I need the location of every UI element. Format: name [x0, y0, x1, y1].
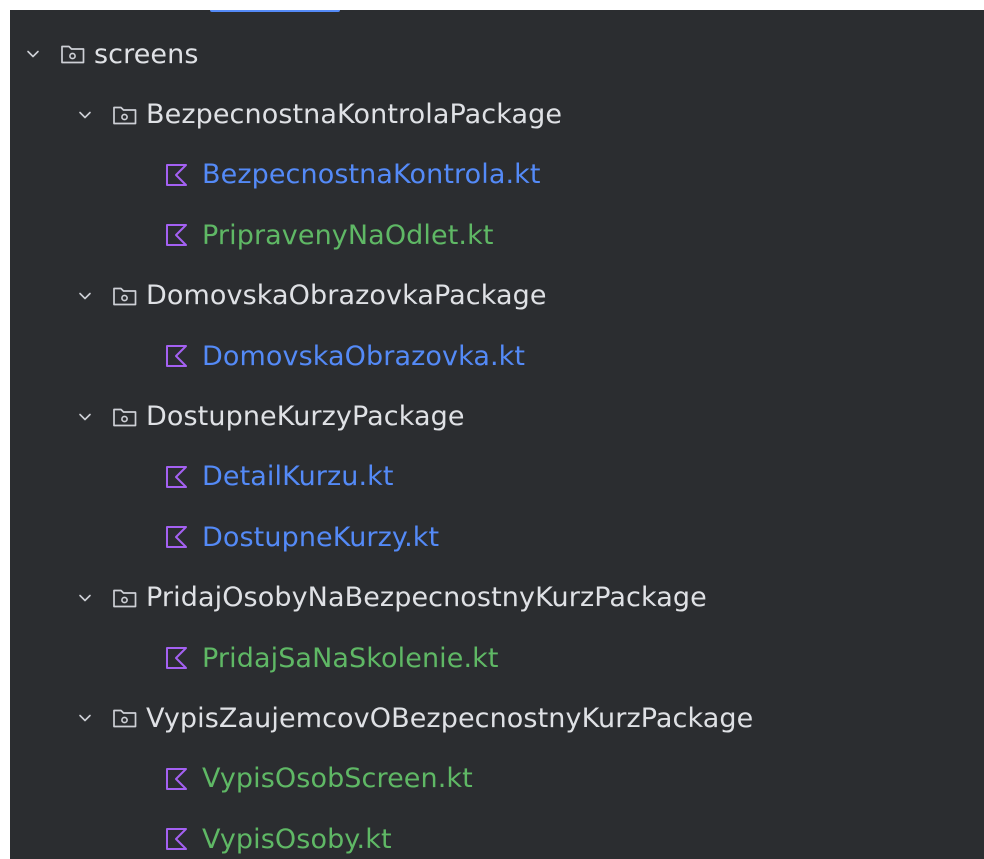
- chevron-down-icon[interactable]: [78, 591, 92, 605]
- tree-node-file[interactable]: DetailKurzu.kt: [10, 447, 984, 507]
- chevron-down-icon[interactable]: [78, 410, 92, 424]
- tree-node-file[interactable]: DostupneKurzy.kt: [10, 507, 984, 567]
- project-tool-window: screens BezpecnostnaKontrolaPackage Bezp…: [10, 10, 984, 859]
- kotlin-file-icon: [164, 524, 190, 550]
- kotlin-file-icon: [164, 766, 190, 792]
- kotlin-file-icon: [164, 645, 190, 671]
- package-folder-icon: [112, 104, 138, 126]
- kotlin-file-icon: [164, 222, 190, 248]
- kotlin-file-icon: [164, 464, 190, 490]
- kotlin-file-icon: [164, 162, 190, 188]
- tree-node-label: DostupneKurzy.kt: [202, 521, 440, 553]
- package-folder-icon: [112, 707, 138, 729]
- kotlin-file-icon: [164, 343, 190, 369]
- package-folder-icon: [112, 587, 138, 609]
- package-folder-icon: [60, 43, 86, 65]
- chevron-down-icon[interactable]: [78, 289, 92, 303]
- tree-node-label: VypisZaujemcovOBezpecnostnyKurzPackage: [146, 702, 754, 734]
- tree-node-label: DomovskaObrazovka.kt: [202, 340, 526, 372]
- tree-node-package[interactable]: DostupneKurzyPackage: [10, 386, 984, 446]
- clipped-row-above: [210, 10, 380, 14]
- tree-node-label: DostupneKurzyPackage: [146, 401, 465, 433]
- kotlin-file-icon: [164, 826, 190, 852]
- tree-node-file[interactable]: PridajSaNaSkolenie.kt: [10, 628, 984, 688]
- tree-node-label: BezpecnostnaKontrolaPackage: [146, 99, 563, 131]
- chevron-down-icon[interactable]: [26, 47, 40, 61]
- tree-node-package[interactable]: DomovskaObrazovkaPackage: [10, 266, 984, 326]
- tree-node-label: DetailKurzu.kt: [202, 461, 394, 493]
- tree-node-label: PripravenyNaOdlet.kt: [202, 219, 494, 251]
- tree-node-package[interactable]: BezpecnostnaKontrolaPackage: [10, 84, 984, 144]
- tree-node-package[interactable]: PridajOsobyNaBezpecnostnyKurzPackage: [10, 568, 984, 628]
- tree-node-label: VypisOsoby.kt: [202, 823, 392, 855]
- tree-node-file[interactable]: VypisOsoby.kt: [10, 809, 984, 859]
- tree-node-label: PridajSaNaSkolenie.kt: [202, 642, 499, 674]
- tree-node-label: BezpecnostnaKontrola.kt: [202, 159, 541, 191]
- tree-node-package[interactable]: VypisZaujemcovOBezpecnostnyKurzPackage: [10, 688, 984, 748]
- package-folder-icon: [112, 285, 138, 307]
- tree-node-file[interactable]: BezpecnostnaKontrola.kt: [10, 145, 984, 205]
- tree-node-file[interactable]: PripravenyNaOdlet.kt: [10, 205, 984, 265]
- tree-node-label: PridajOsobyNaBezpecnostnyKurzPackage: [146, 582, 707, 614]
- chevron-down-icon[interactable]: [78, 108, 92, 122]
- tree-node-label: DomovskaObrazovkaPackage: [146, 280, 547, 312]
- project-tree: screens BezpecnostnaKontrolaPackage Bezp…: [10, 24, 984, 859]
- tree-node-file[interactable]: DomovskaObrazovka.kt: [10, 326, 984, 386]
- chevron-down-icon[interactable]: [78, 711, 92, 725]
- tree-node-label: VypisOsobScreen.kt: [202, 763, 473, 795]
- tree-node-screens[interactable]: screens: [10, 24, 984, 84]
- package-folder-icon: [112, 406, 138, 428]
- tree-node-label: screens: [94, 38, 199, 70]
- tree-node-file[interactable]: VypisOsobScreen.kt: [10, 749, 984, 809]
